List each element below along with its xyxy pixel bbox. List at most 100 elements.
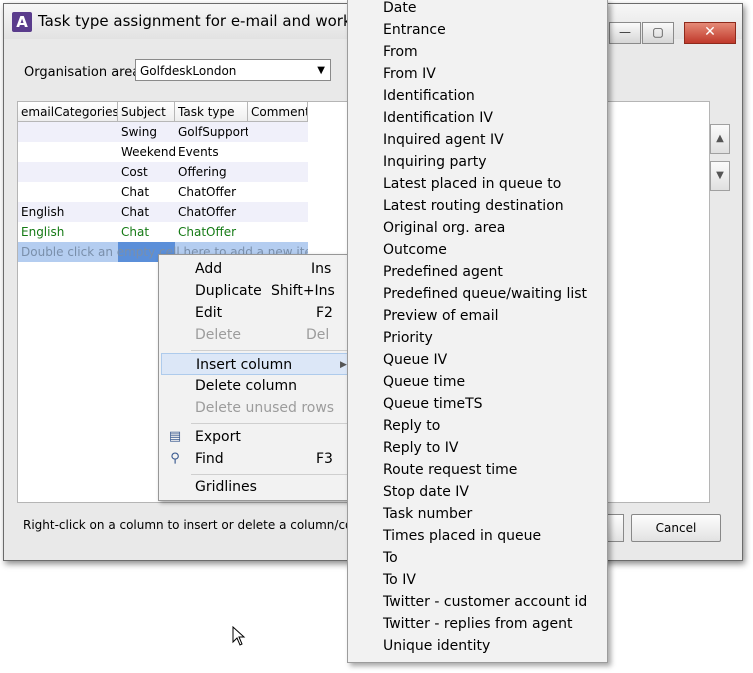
cell-emailcategories[interactable] bbox=[18, 142, 118, 162]
menu-label: Add bbox=[195, 261, 223, 277]
table-row[interactable]: Cost Offering bbox=[18, 162, 308, 182]
submenu-item[interactable]: Twitter - replies from agent bbox=[383, 613, 572, 635]
menu-shortcut: F3 bbox=[316, 451, 333, 467]
cell-emailcategories[interactable] bbox=[18, 162, 118, 182]
cell-task-type[interactable]: GolfSupport bbox=[175, 122, 248, 142]
submenu-item[interactable]: Unique identity bbox=[383, 635, 490, 657]
column-header-comment[interactable]: Comment bbox=[248, 102, 308, 122]
cell-emailcategories[interactable] bbox=[18, 182, 118, 202]
move-up-icon[interactable]: ▲ bbox=[710, 124, 730, 154]
menu-label: Export bbox=[195, 429, 241, 445]
maximize-icon[interactable]: ▢ bbox=[642, 22, 674, 44]
table-row[interactable]: English Chat ChatOffer bbox=[18, 222, 308, 242]
submenu-item[interactable]: Priority bbox=[383, 327, 433, 349]
cell-emailcategories[interactable] bbox=[18, 122, 118, 142]
submenu-item[interactable]: Preview of email bbox=[383, 305, 499, 327]
submenu-item[interactable]: Original org. area bbox=[383, 217, 505, 239]
column-header-task-type[interactable]: Task type bbox=[175, 102, 248, 122]
menu-item-gridlines[interactable]: Gridlines bbox=[161, 476, 353, 498]
chevron-down-icon: ▼ bbox=[317, 65, 325, 76]
cell-subject[interactable]: Swing bbox=[118, 122, 175, 142]
menu-item-duplicate[interactable]: Duplicate Shift+Ins bbox=[161, 280, 353, 302]
submenu-item[interactable]: Reply to IV bbox=[383, 437, 458, 459]
menu-label: Find bbox=[195, 451, 224, 467]
menu-label: Delete column bbox=[195, 378, 297, 394]
org-area-select[interactable]: GolfdeskLondon ▼ bbox=[135, 59, 331, 81]
move-down-icon[interactable]: ▼ bbox=[710, 161, 730, 191]
submenu-item[interactable]: Identification bbox=[383, 85, 475, 107]
menu-label: Gridlines bbox=[195, 479, 257, 495]
cell-emailcategories[interactable]: English bbox=[18, 222, 118, 242]
window-title: Task type assignment for e-mail and work… bbox=[38, 12, 391, 30]
menu-item-export[interactable]: ▤ Export bbox=[161, 426, 353, 448]
menu-separator bbox=[191, 423, 351, 424]
menu-item-add[interactable]: Add Ins bbox=[161, 258, 353, 280]
column-header-emailcategories[interactable]: emailCategories bbox=[18, 102, 118, 122]
cell-task-type[interactable]: Events bbox=[175, 142, 248, 162]
table-row[interactable]: English Chat ChatOffer bbox=[18, 202, 308, 222]
cancel-button[interactable]: Cancel bbox=[631, 514, 721, 542]
menu-separator bbox=[191, 474, 351, 475]
submenu-item[interactable]: Latest placed in queue to bbox=[383, 173, 561, 195]
table-row[interactable]: Chat ChatOffer bbox=[18, 182, 308, 202]
submenu-item[interactable]: To IV bbox=[383, 569, 416, 591]
submenu-item[interactable]: Task number bbox=[383, 503, 472, 525]
cell-task-type[interactable]: ChatOffer bbox=[175, 222, 248, 242]
submenu-item[interactable]: Queue timeTS bbox=[383, 393, 483, 415]
org-area-label: Organisation area bbox=[24, 65, 141, 80]
menu-label: Delete bbox=[195, 327, 241, 343]
cell-emailcategories[interactable]: English bbox=[18, 202, 118, 222]
app-logo-icon: A bbox=[12, 12, 32, 32]
column-header-subject[interactable]: Subject bbox=[118, 102, 175, 122]
submenu-item[interactable]: Reply to bbox=[383, 415, 440, 437]
submenu-item[interactable]: Entrance bbox=[383, 19, 446, 41]
submenu-item[interactable]: From IV bbox=[383, 63, 436, 85]
submenu-item[interactable]: Queue IV bbox=[383, 349, 447, 371]
submenu-item[interactable]: Identification IV bbox=[383, 107, 493, 129]
submenu-item[interactable]: Latest routing destination bbox=[383, 195, 564, 217]
cell-task-type[interactable]: Offering bbox=[175, 162, 248, 182]
menu-label: Duplicate bbox=[195, 283, 262, 299]
submenu-item[interactable]: Times placed in queue bbox=[383, 525, 541, 547]
menu-item-delete: Delete Del bbox=[161, 324, 353, 346]
submenu-item[interactable]: From bbox=[383, 41, 418, 63]
submenu-item[interactable]: Predefined agent bbox=[383, 261, 503, 283]
mouse-pointer-icon bbox=[232, 626, 246, 646]
menu-separator bbox=[191, 350, 351, 351]
menu-item-delete-unused-rows: Delete unused rows bbox=[161, 397, 353, 419]
submenu-item[interactable]: Route request time bbox=[383, 459, 517, 481]
submenu-item[interactable]: Stop date IV bbox=[383, 481, 469, 503]
insert-column-submenu: Date Entrance From From IV Identificatio… bbox=[347, 0, 608, 663]
submenu-item[interactable]: Twitter - customer account id bbox=[383, 591, 587, 613]
menu-item-insert-column[interactable]: Insert column ▶ bbox=[161, 353, 353, 375]
submenu-item[interactable]: To bbox=[383, 547, 398, 569]
menu-item-delete-column[interactable]: Delete column bbox=[161, 375, 353, 397]
minimize-icon[interactable]: — bbox=[609, 22, 641, 44]
menu-label: Edit bbox=[195, 305, 223, 321]
menu-shortcut: F2 bbox=[316, 305, 333, 321]
cell-subject[interactable]: Chat bbox=[118, 202, 175, 222]
export-icon: ▤ bbox=[168, 429, 182, 444]
cell-subject[interactable]: Chat bbox=[118, 222, 175, 242]
cell-subject[interactable]: Chat bbox=[118, 182, 175, 202]
close-icon[interactable]: ✕ bbox=[684, 22, 736, 44]
submenu-item[interactable]: Inquiring party bbox=[383, 151, 487, 173]
submenu-item[interactable]: Queue time bbox=[383, 371, 465, 393]
submenu-item[interactable]: Predefined queue/waiting list bbox=[383, 283, 587, 305]
submenu-arrow-icon: ▶ bbox=[340, 360, 347, 370]
cell-task-type[interactable]: ChatOffer bbox=[175, 182, 248, 202]
cell-subject[interactable]: Cost bbox=[118, 162, 175, 182]
org-area-value: GolfdeskLondon bbox=[140, 64, 237, 78]
submenu-item[interactable]: Date bbox=[383, 0, 416, 19]
table-row[interactable]: Swing GolfSupport bbox=[18, 122, 308, 142]
menu-label: Insert column bbox=[196, 357, 293, 373]
submenu-item[interactable]: Inquired agent IV bbox=[383, 129, 504, 151]
menu-item-edit[interactable]: Edit F2 bbox=[161, 302, 353, 324]
cell-subject[interactable]: Weekend bbox=[118, 142, 175, 162]
menu-shortcut: Del bbox=[306, 327, 330, 343]
table-row[interactable]: Weekend Events bbox=[18, 142, 308, 162]
cell-task-type[interactable]: ChatOffer bbox=[175, 202, 248, 222]
magnifier-icon: ⚲ bbox=[170, 451, 180, 466]
menu-item-find[interactable]: ⚲ Find F3 bbox=[161, 448, 353, 470]
submenu-item[interactable]: Outcome bbox=[383, 239, 447, 261]
